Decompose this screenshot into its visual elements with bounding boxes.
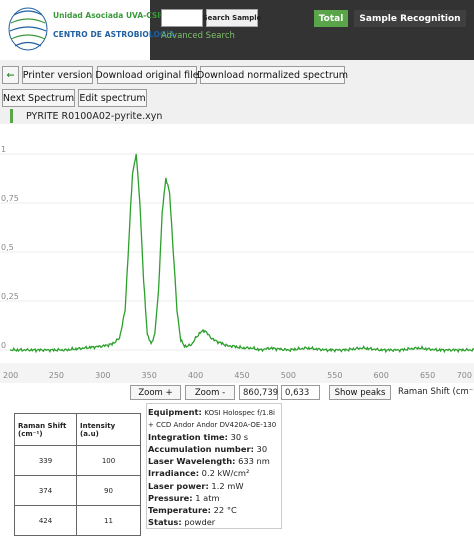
peak-intensity: 11 (76, 505, 141, 536)
x-tick-label: 400 (188, 371, 203, 380)
spectrum-metadata: Equipment: KOSI Holospec f/1.8i + CCD An… (146, 403, 282, 529)
toolbar: ← Printer version Download original file… (0, 60, 474, 124)
advanced-search-link[interactable]: Advanced Search (161, 31, 235, 41)
search-sample-button[interactable]: Search Sample (203, 9, 261, 27)
edit-spectrum-button[interactable]: Edit spectrum (78, 89, 147, 107)
search-input[interactable] (161, 9, 203, 27)
x-tick-label: 350 (142, 371, 157, 380)
equipment-row: Equipment: KOSI Holospec f/1.8i (148, 407, 276, 417)
temperature-row: Temperature: 22 °C (148, 504, 237, 515)
x-tick-label: 600 (374, 371, 389, 380)
irradiance-row: Irradiance: 0.2 kW/cm² (148, 468, 250, 479)
table-row: 424 11 (14, 505, 141, 536)
y-tick-label: 1 (1, 145, 6, 154)
cursor-x-field[interactable]: 860,739 (239, 385, 278, 400)
spectrum-line (9, 153, 474, 354)
status-row: Status: powder (148, 516, 216, 527)
spectrum-title: PYRITE R0100A02-pyrite.xyn (10, 109, 162, 123)
printer-version-button[interactable]: Printer version (22, 66, 93, 84)
y-tick-label: 0,5 (1, 243, 14, 252)
sample-recognition-tab[interactable]: Sample Recognition (354, 10, 466, 27)
y-tick-label: 0,75 (1, 194, 19, 203)
next-spectrum-button[interactable]: Next Spectrum (2, 89, 75, 107)
x-tick-label: 450 (234, 371, 249, 380)
spectrum-plot[interactable]: 1 0,75 0,5 0,25 0 200 250 300 350 400 450 500 550 600… (0, 124, 474, 384)
pressure-row: Pressure: 1 atm (148, 492, 220, 503)
logo-emblem-icon (8, 7, 48, 51)
peak-intensity: 90 (76, 475, 141, 506)
download-normalized-button[interactable]: Download normalized spectrum (197, 66, 348, 84)
peak-intensity: 100 (76, 445, 141, 476)
header-intensity: Intensity (a.u) (76, 413, 141, 446)
x-tick-label: 500 (281, 371, 296, 380)
logo-bottom-text: CENTRO DE ASTROBIOLOGÍA (53, 30, 176, 39)
x-tick-label: 300 (95, 371, 110, 380)
x-tick-label: 200 (3, 371, 18, 380)
header-raman-shift: Raman Shift (cm⁻¹) (14, 413, 77, 446)
download-original-button[interactable]: Download original file (95, 66, 199, 84)
logo-top-text: Unidad Asociada UVA-CSIC (53, 11, 166, 20)
zoom-out-button[interactable]: Zoom - (185, 385, 235, 400)
peak-shift: 339 (14, 445, 77, 476)
peak-shift: 374 (14, 475, 77, 506)
table-row: 339 100 (14, 445, 141, 476)
y-tick-label: 0,25 (1, 292, 19, 301)
x-axis-label: Raman Shift (cm⁻¹) (398, 387, 474, 397)
x-tick-label: 250 (49, 371, 64, 380)
table-header-row: Raman Shift (cm⁻¹) Intensity (a.u) (14, 413, 141, 446)
x-tick-label: 650 (420, 371, 435, 380)
zoom-in-button[interactable]: Zoom + (130, 385, 181, 400)
logo[interactable]: Unidad Asociada UVA-CSIC CENTRO DE ASTRO… (0, 0, 175, 60)
spectrum-chart[interactable]: 1 0,75 0,5 0,25 0 200 250 300 350 400 450 500 550 600… (0, 124, 474, 384)
table-row: 374 90 (14, 475, 141, 506)
wavelength-row: Laser Wavelength: 633 nm (148, 456, 270, 467)
site-header: Unidad Asociada UVA-CSIC CENTRO DE ASTRO… (0, 0, 474, 60)
integration-row: Integration time: 30 s (148, 432, 249, 443)
accumulation-row: Accumulation number: 30 (148, 444, 268, 455)
x-tick-label: 700 (457, 371, 472, 380)
equipment-extra-row: + CCD Andor Andor DV420A-OE-130 (148, 421, 277, 430)
peaks-table: Raman Shift (cm⁻¹) Intensity (a.u) 339 100… (14, 413, 141, 536)
back-arrow-icon[interactable]: ← (2, 66, 19, 84)
show-peaks-button[interactable]: Show peaks (329, 385, 391, 400)
cursor-y-field[interactable]: 0,633 (281, 385, 320, 400)
y-tick-label: 0 (1, 341, 6, 350)
peak-shift: 424 (14, 505, 77, 536)
total-tab[interactable]: Total (314, 10, 348, 27)
power-row: Laser power: 1.2 mW (148, 480, 244, 491)
x-tick-label: 550 (327, 371, 342, 380)
